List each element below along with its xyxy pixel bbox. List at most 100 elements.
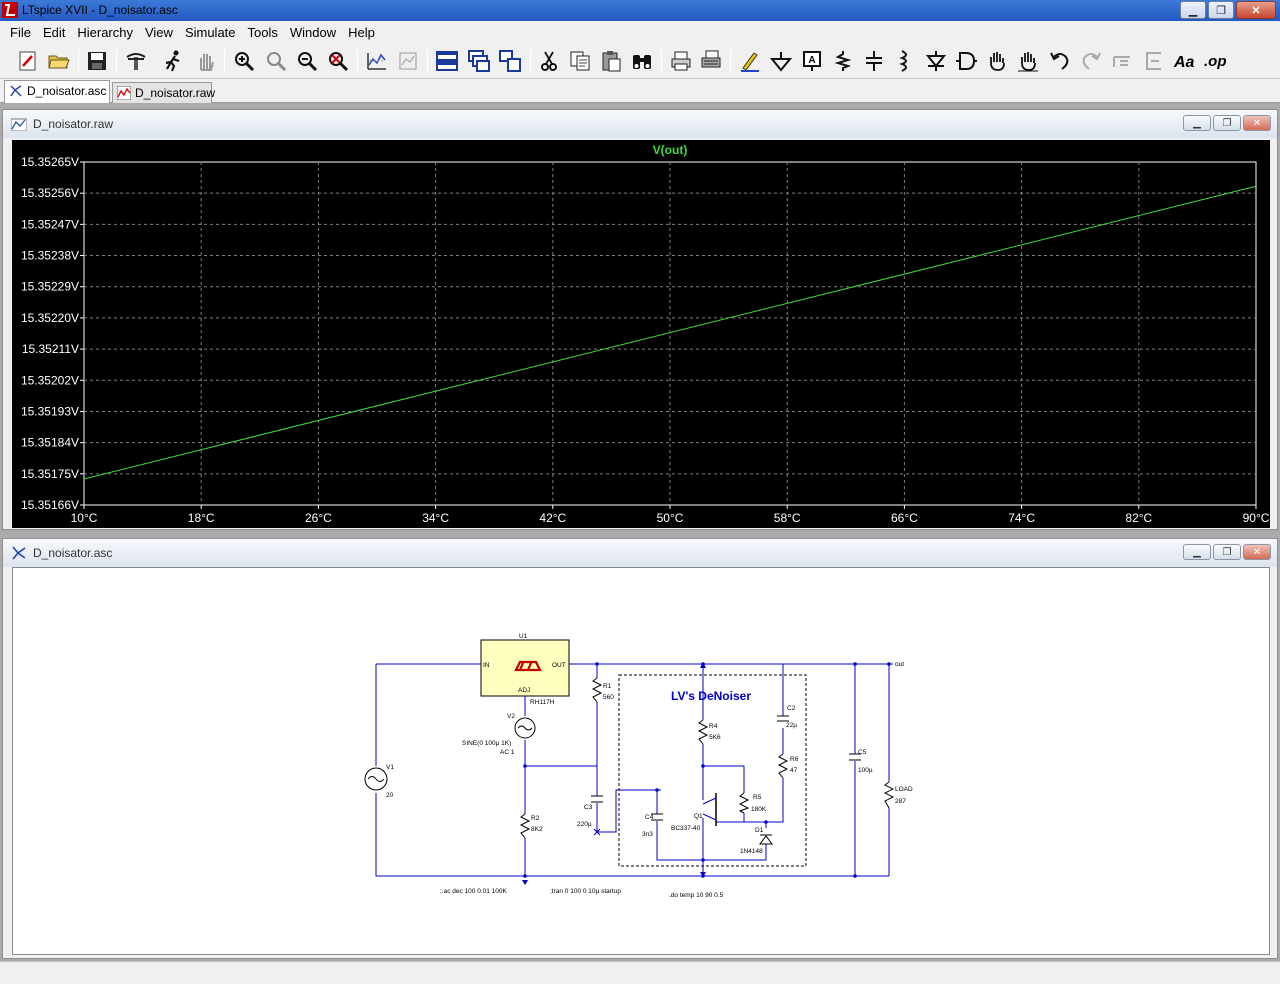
directive-step[interactable]: .do temp 10 90 0.5 [669, 892, 724, 899]
open-folder-icon[interactable] [45, 47, 73, 75]
ground-icon[interactable] [767, 47, 795, 75]
load-resistor[interactable] [883, 781, 895, 809]
cut-icon[interactable] [535, 47, 563, 75]
rotate-icon[interactable] [1108, 47, 1136, 75]
child-close-button[interactable]: ✕ [1243, 544, 1271, 560]
c3-label: C3 [584, 804, 593, 811]
cascade-icon[interactable] [465, 47, 493, 75]
draw-wire-pencil-icon[interactable] [736, 47, 764, 75]
capacitor-icon[interactable] [860, 47, 888, 75]
x-tick-label: 10°C [71, 511, 98, 525]
run-icon[interactable] [160, 47, 188, 75]
undo-icon[interactable] [1046, 47, 1074, 75]
autorange-icon[interactable] [363, 47, 391, 75]
child-restore-button[interactable]: ❐ [1213, 115, 1241, 131]
spice-directive-icon[interactable]: .op [1201, 47, 1229, 75]
net-arrow-icon [700, 662, 706, 668]
new-schematic-icon[interactable] [14, 47, 42, 75]
plot-frame [83, 161, 1257, 506]
r4-resistor[interactable] [697, 719, 709, 745]
drag-hand-icon[interactable] [1014, 47, 1042, 75]
r6-value: 47 [790, 767, 798, 774]
x-tick-label: 82°C [1125, 511, 1152, 525]
directive-ac[interactable]: ;.ac dec 100 0.01 100K [440, 888, 508, 895]
zoom-out-icon[interactable] [293, 47, 321, 75]
app-titlebar: LTspice XVII - D_noisator.asc ▁ ❐ ✕ [0, 0, 1280, 21]
component-symbol-icon[interactable] [952, 47, 980, 75]
move-hand-icon[interactable] [983, 47, 1011, 75]
restore-button[interactable]: ❐ [1208, 1, 1234, 19]
minimize-button[interactable]: ▁ [1180, 1, 1206, 19]
load-value: 287 [895, 798, 906, 805]
y-tick-label: 15.35175V [21, 467, 79, 481]
resistor-icon[interactable] [829, 47, 857, 75]
print-icon[interactable] [667, 47, 695, 75]
r2-resistor[interactable] [519, 813, 531, 839]
waveform-window-titlebar[interactable]: D_noisator.raw ▁ ❐ ✕ [3, 110, 1277, 138]
y-tick-label: 15.35202V [21, 373, 79, 387]
x-tick-label: 58°C [774, 511, 801, 525]
text-tool-icon[interactable]: Aa [1170, 47, 1198, 75]
zoom-in-icon[interactable] [230, 47, 258, 75]
menu-tools[interactable]: Tools [242, 25, 284, 40]
schematic-window-titlebar[interactable]: D_noisator.asc ▁ ❐ ✕ [3, 539, 1277, 567]
tab-label: D_noisator.asc [27, 84, 107, 98]
child-close-button[interactable]: ✕ [1243, 115, 1271, 131]
print-setup-icon[interactable] [697, 47, 725, 75]
chart-canvas[interactable]: 10°C 18°C 26°C 34°C 42°C 50°C 58°C 66°C 74°C 82°C… [12, 140, 1270, 528]
r1-resistor[interactable] [591, 677, 603, 703]
waveform-settings-icon[interactable] [394, 47, 422, 75]
y-tick-label: 15.35229V [21, 280, 79, 294]
tile-horizontal-icon[interactable] [433, 47, 461, 75]
menu-hierarchy[interactable]: Hierarchy [71, 25, 139, 40]
child-minimize-button[interactable]: ▁ [1183, 115, 1211, 131]
ground-icon [522, 872, 706, 885]
schematic-window: D_noisator.asc ▁ ❐ ✕ U1 IN OUT ADJ RH117… [2, 538, 1278, 959]
mirror-icon[interactable] [1139, 47, 1167, 75]
halt-hand-icon[interactable] [192, 47, 220, 75]
tab-schematic[interactable]: D_noisator.asc [4, 80, 110, 103]
schematic-drawing[interactable]: U1 IN OUT ADJ RH117H V1 20 V2 SINE(0 100… [13, 568, 1269, 954]
child-minimize-button[interactable]: ▁ [1183, 544, 1211, 560]
schematic-canvas[interactable]: U1 IN OUT ADJ RH117H V1 20 V2 SINE(0 100… [12, 567, 1270, 955]
control-panel-icon[interactable] [122, 47, 150, 75]
menu-edit[interactable]: Edit [37, 25, 71, 40]
c3-capacitor[interactable] [591, 795, 603, 803]
tab-label: D_noisator.raw [135, 86, 216, 100]
diode-icon[interactable] [922, 47, 950, 75]
tile-vertical-icon[interactable] [496, 47, 524, 75]
zoom-fit-icon[interactable] [324, 47, 352, 75]
copy-icon[interactable] [566, 47, 594, 75]
inductor-icon[interactable] [890, 47, 918, 75]
menu-simulate[interactable]: Simulate [179, 25, 242, 40]
c5-label: C5 [858, 749, 867, 756]
toolbar: A Aa .op [0, 43, 1280, 79]
label-net-icon[interactable]: A [798, 47, 826, 75]
tab-waveform[interactable]: D_noisator.raw [112, 82, 216, 103]
denoiser-title: LV's DeNoiser [671, 689, 751, 703]
menubar: File Edit Hierarchy View Simulate Tools … [0, 21, 1280, 43]
zoom-pan-icon[interactable] [262, 47, 290, 75]
r1-value: 560 [603, 694, 614, 701]
d1-diode[interactable] [759, 834, 773, 845]
c4-value: 3n3 [642, 831, 653, 838]
sine-icon [367, 776, 385, 782]
r5-resistor[interactable] [738, 792, 750, 814]
waveform-plot[interactable]: 10°C 18°C 26°C 34°C 42°C 50°C 58°C 66°C 74°C 82°C… [12, 140, 1270, 528]
close-button[interactable]: ✕ [1236, 1, 1276, 19]
redo-icon[interactable] [1077, 47, 1105, 75]
q1-value: BC337-40 [671, 825, 701, 832]
directive-tran[interactable]: ;tran 0 100 0 10µ startup [550, 888, 621, 895]
menu-file[interactable]: File [4, 25, 37, 40]
c4-label: C4 [645, 814, 654, 821]
paste-icon[interactable] [597, 47, 625, 75]
child-restore-button[interactable]: ❐ [1213, 544, 1241, 560]
d1-value: 1N4148 [740, 848, 763, 855]
menu-view[interactable]: View [139, 25, 179, 40]
save-icon[interactable] [83, 47, 111, 75]
find-binoculars-icon[interactable] [628, 47, 656, 75]
menu-window[interactable]: Window [284, 25, 342, 40]
r6-resistor[interactable] [777, 753, 789, 779]
menu-help[interactable]: Help [342, 25, 381, 40]
c2-capacitor[interactable] [777, 715, 789, 722]
